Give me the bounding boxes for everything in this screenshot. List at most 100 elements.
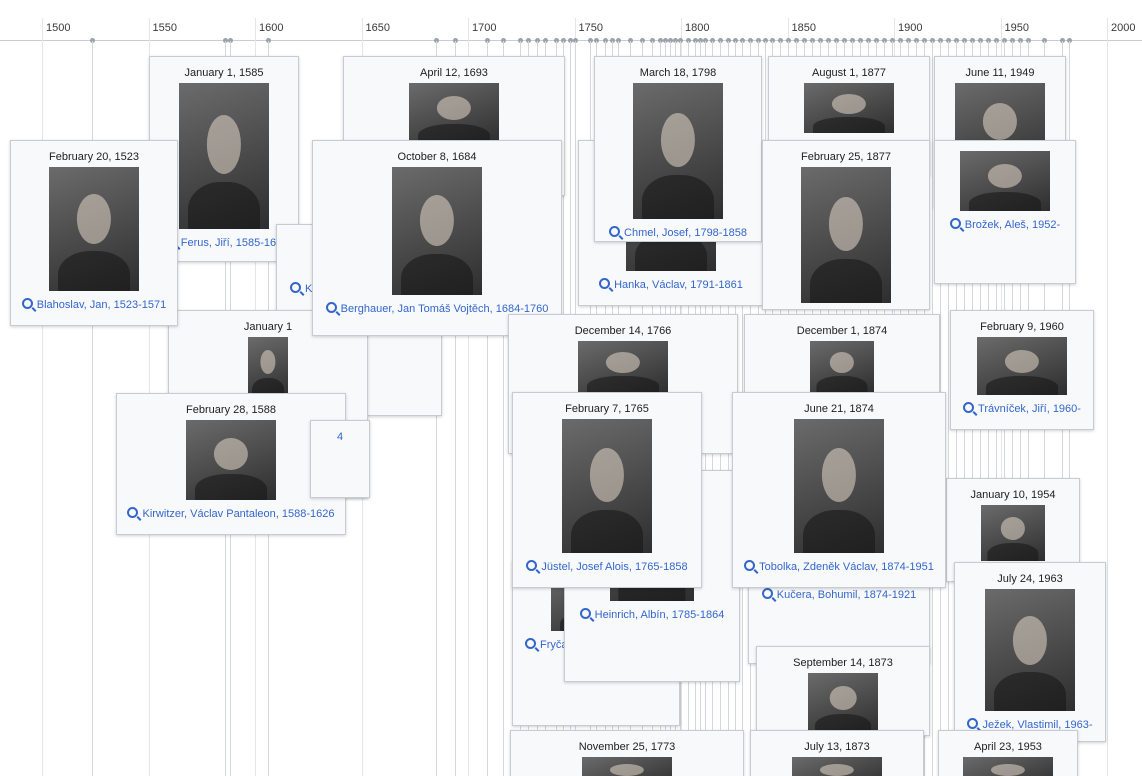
portrait-face (987, 164, 1023, 189)
portrait-face (76, 194, 112, 244)
card-date: January 1, 1585 (184, 67, 264, 79)
portrait-face (206, 115, 242, 174)
portrait-face (821, 448, 857, 503)
person-link[interactable]: Heinrich, Albín, 1785-1864 (565, 607, 739, 621)
portrait-image[interactable] (810, 341, 874, 393)
person-link-text[interactable]: Ferus, Jiří, 1585-165 (181, 237, 283, 249)
person-card-chmel[interactable]: March 18, 1798 Chmel, Josef, 1798-1858 (594, 56, 762, 242)
person-card-toman[interactable]: February 25, 1877 (762, 140, 930, 310)
person-link-text[interactable]: Chmel, Josef, 1798-1858 (624, 227, 747, 239)
portrait-image[interactable] (963, 757, 1053, 776)
person-link-text[interactable]: Blahoslav, Jan, 1523-1571 (37, 299, 166, 311)
portrait-face (829, 686, 857, 711)
person-card-sep1873[interactable]: September 14, 187337 (756, 646, 930, 736)
year-label: 1750 (578, 22, 603, 34)
portrait-body (969, 191, 1041, 211)
person-link-text[interactable]: Tobolka, Zdeněk Václav, 1874-1951 (759, 561, 934, 573)
person-link-text[interactable]: Kučera, Bohumil, 1874-1921 (777, 589, 916, 601)
person-link[interactable]: Tobolka, Zdeněk Václav, 1874-1951 (733, 559, 945, 573)
magnifier-icon (526, 560, 538, 571)
magnifier-icon (525, 638, 536, 649)
portrait-face (260, 350, 276, 375)
timeline-canvas[interactable]: 1500 1550 1600 1650 1700 1750 1800 1850 1900 1950… (0, 0, 1142, 776)
portrait-face (660, 112, 696, 168)
person-card-tobolka[interactable]: June 21, 1874 Tobolka, Zdeněk Václav, 187… (732, 392, 946, 588)
portrait-face (419, 195, 455, 247)
portrait-face (1012, 615, 1048, 665)
person-link-text[interactable]: Heinrich, Albín, 1785-1864 (595, 609, 725, 621)
person-card-fragment4[interactable]: 4 (310, 420, 370, 498)
person-card-blahoslav[interactable]: February 20, 1523 Blahoslav, Jan, 1523-15… (10, 140, 178, 326)
portrait-face (1000, 517, 1026, 540)
portrait-image[interactable] (409, 83, 499, 143)
person-card-justel[interactable]: February 7, 1765 Jüstel, Josef Alois, 176… (512, 392, 702, 588)
portrait-body (803, 510, 875, 553)
person-link[interactable]: Jüstel, Josef Alois, 1765-1858 (513, 559, 701, 573)
person-card-apr1953[interactable]: April 23, 1953 (938, 730, 1078, 776)
person-link[interactable]: Brožek, Aleš, 1952- (935, 217, 1075, 231)
portrait-image[interactable] (582, 757, 672, 776)
portrait-image[interactable] (392, 167, 482, 295)
person-link-text[interactable]: Trávníček, Jiří, 1960- (978, 403, 1081, 415)
portrait-image[interactable] (248, 337, 288, 397)
portrait-body (571, 510, 643, 553)
portrait-image[interactable] (981, 505, 1045, 561)
portrait-face (828, 196, 864, 252)
person-link[interactable]: Kučera, Bohumil, 1874-1921 (749, 587, 929, 601)
portrait-image[interactable] (186, 420, 276, 500)
card-date: February 7, 1765 (565, 403, 649, 415)
year-label: 1550 (152, 22, 177, 34)
person-link[interactable]: Trávníček, Jiří, 1960- (951, 401, 1093, 415)
person-card-jezek[interactable]: July 24, 1963 Ježek, Vlastimil, 1963- (954, 562, 1106, 742)
person-link[interactable]: Hanka, Václav, 1791-1861 (579, 277, 763, 291)
portrait-body (401, 254, 473, 295)
year-label: 1700 (472, 22, 497, 34)
portrait-body (994, 671, 1066, 711)
portrait-image[interactable] (578, 341, 668, 393)
portrait-body (816, 376, 868, 393)
portrait-face (213, 437, 249, 470)
portrait-face (605, 352, 641, 374)
person-link-text[interactable]: Hanka, Václav, 1791-1861 (614, 279, 743, 291)
magnifier-icon (761, 588, 773, 599)
portrait-image[interactable] (801, 167, 891, 303)
person-link-text[interactable]: Brožek, Aleš, 1952- (965, 219, 1060, 231)
card-date: February 20, 1523 (49, 151, 139, 163)
card-date: March 18, 1798 (639, 67, 717, 79)
person-link[interactable]: Ježek, Vlastimil, 1963- (955, 717, 1105, 731)
portrait-image[interactable] (562, 419, 652, 553)
portrait-image[interactable] (977, 337, 1067, 395)
portrait-body (813, 117, 885, 133)
person-link[interactable]: Berghauer, Jan Tomáš Vojtěch, 1684-1760 (313, 301, 561, 315)
year-label: 1850 (791, 22, 816, 34)
card-date: December 14, 1766 (574, 325, 672, 337)
portrait-image[interactable] (792, 757, 882, 776)
magnifier-icon (127, 507, 139, 518)
gridline (1107, 18, 1108, 776)
person-card-nov1773[interactable]: November 25, 1773 (510, 730, 744, 776)
person-link-text[interactable]: Jüstel, Josef Alois, 1765-1858 (541, 561, 687, 573)
person-link-text[interactable]: Kirwitzer, Václav Pantaleon, 1588-1626 (142, 508, 334, 520)
person-link[interactable]: Chmel, Josef, 1798-1858 (595, 225, 761, 239)
portrait-image[interactable] (960, 151, 1050, 211)
card-date: February 28, 1588 (186, 404, 276, 416)
person-link-text[interactable]: 4 (337, 431, 343, 443)
portrait-image[interactable] (985, 589, 1075, 711)
year-label: 1800 (685, 22, 710, 34)
person-link[interactable]: Kirwitzer, Václav Pantaleon, 1588-1626 (117, 506, 345, 520)
portrait-image[interactable] (49, 167, 139, 291)
portrait-face (829, 352, 855, 374)
portrait-image[interactable] (179, 83, 269, 229)
portrait-image[interactable] (804, 83, 894, 133)
portrait-body (810, 259, 882, 303)
portrait-image[interactable] (808, 673, 878, 733)
person-card-brozek[interactable]: Brožek, Aleš, 1952- (934, 140, 1076, 284)
person-card-travnicek[interactable]: February 9, 1960 Trávníček, Jiří, 1960- (950, 310, 1094, 430)
portrait-face (990, 763, 1026, 776)
person-card-jul1873[interactable]: July 13, 1873 (750, 730, 924, 776)
portrait-image[interactable] (633, 83, 723, 219)
person-card-berghauer[interactable]: October 8, 1684 Berghauer, Jan Tomáš Vojt… (312, 140, 562, 336)
portrait-image[interactable] (794, 419, 884, 553)
person-link[interactable]: 4 (311, 431, 369, 443)
person-link[interactable]: Blahoslav, Jan, 1523-1571 (11, 297, 177, 311)
